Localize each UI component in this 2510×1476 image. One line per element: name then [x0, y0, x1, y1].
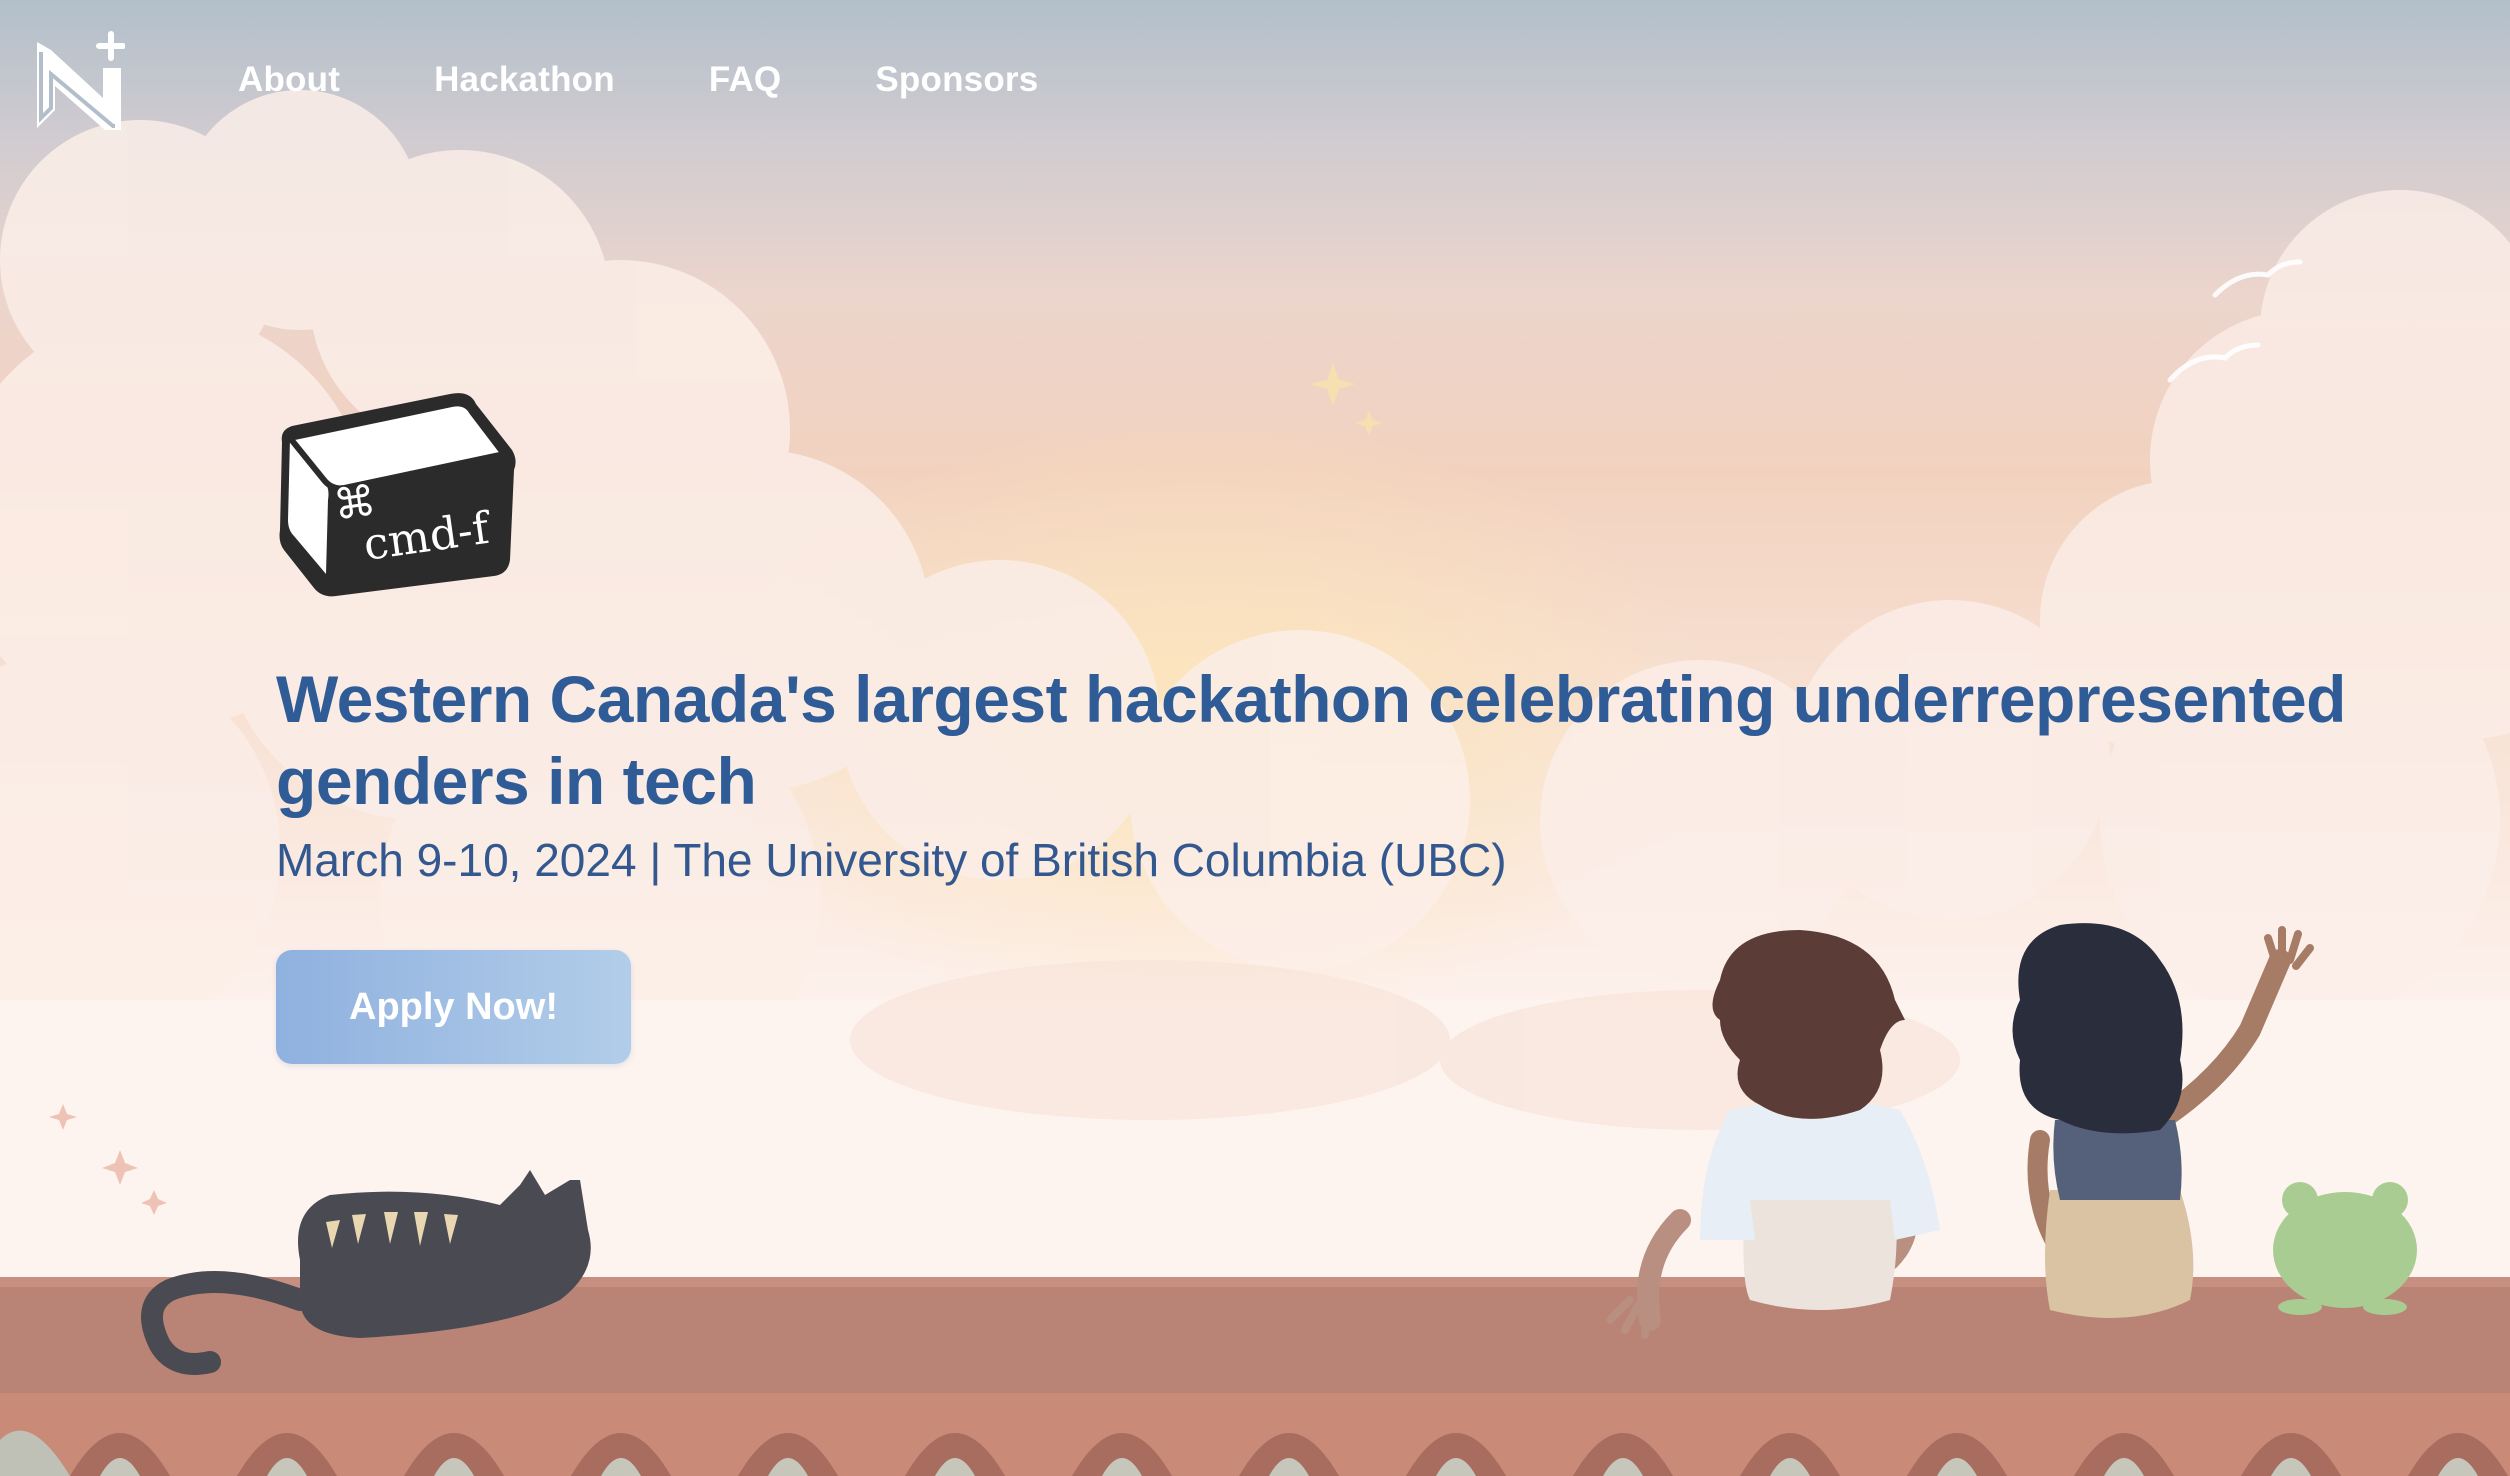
nwplus-logo-icon[interactable] [33, 30, 125, 134]
apply-now-button[interactable]: Apply Now! [276, 950, 631, 1064]
hero-headline: Western Canada's largest hackathon celeb… [276, 662, 2346, 818]
hero-event-details: March 9-10, 2024 | The University of Bri… [276, 834, 1507, 886]
top-navigation: About Hackathon FAQ Sponsors [0, 0, 2510, 175]
nav-link-faq[interactable]: FAQ [709, 60, 782, 100]
nav-links: About Hackathon FAQ Sponsors [238, 60, 1132, 100]
nav-link-hackathon[interactable]: Hackathon [434, 60, 615, 100]
nav-link-sponsors[interactable]: Sponsors [875, 60, 1038, 100]
cmd-f-logo: ⌘ cmd-f [279, 393, 516, 597]
sparkle-icons [1310, 363, 1383, 436]
nav-link-about[interactable]: About [238, 60, 340, 100]
